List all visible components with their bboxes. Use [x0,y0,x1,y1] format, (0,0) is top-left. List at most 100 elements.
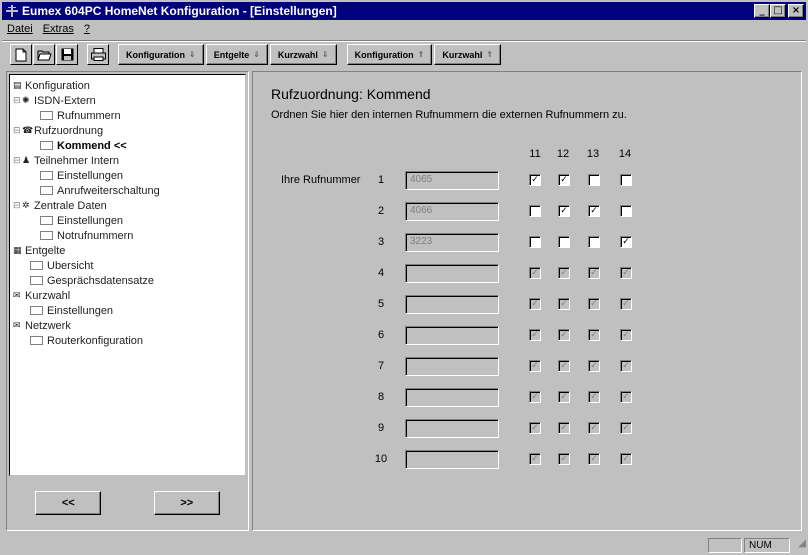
toolbar-konfiguration-down-button[interactable]: Konfiguration ⇓ [118,44,204,65]
row-index: 3 [377,236,385,248]
menu-datei[interactable]: Datei [2,23,38,35]
tree-item-einstellungen[interactable]: Einstellungen [40,213,123,228]
new-doc-icon[interactable] [10,44,32,65]
assignment-checkbox[interactable]: ✓ [558,174,570,186]
check-mark-icon: ✓ [590,329,598,339]
tree-item-isdn-extern[interactable]: ⊟ ✺ ISDN-Extern [13,93,96,108]
check-mark-icon: ✓ [560,453,568,463]
isdn-icon: ✺ [22,95,30,105]
assignment-checkbox[interactable] [588,174,600,186]
tree-item-einstellungen[interactable]: Einstellungen [40,168,123,183]
assignment-checkbox[interactable] [529,236,541,248]
assignment-checkbox: ✓ [529,267,541,279]
assignment-checkbox: ✓ [620,453,632,465]
assignment-checkbox[interactable]: ✓ [620,236,632,248]
extension-number-field[interactable] [405,264,499,283]
assignment-checkbox[interactable]: ✓ [558,205,570,217]
tree-item-kommend[interactable]: Kommend << [40,138,127,153]
check-mark-icon: ✓ [560,329,568,339]
tree-item-rufnummern[interactable]: Rufnummern [40,108,121,123]
menu-help[interactable]: ? [79,23,95,35]
check-mark-icon: ✓ [531,453,539,463]
tree-item-label: Einstellungen [47,304,114,317]
tree-item-ubersicht[interactable]: Ubersicht [30,258,93,273]
assignment-checkbox[interactable] [620,174,632,186]
assignment-checkbox[interactable] [529,205,541,217]
tree-item-konfiguration[interactable]: ▤ Konfiguration [13,78,90,93]
toolbar-kurzwahl-up-button[interactable]: Kurzwahl ⇑ [434,44,502,65]
tree-item-einstellungen[interactable]: Einstellungen [30,303,113,318]
tree-item-label: Kommend << [57,139,127,152]
extension-number-field[interactable] [405,450,499,469]
extension-number-field[interactable]: 3223 [405,233,499,252]
assignment-checkbox: ✓ [558,267,570,279]
check-mark-icon: ✓ [531,267,539,277]
toolbar-kurzwahl-down-button[interactable]: Kurzwahl ⇓ [269,44,337,65]
extension-number-field[interactable] [405,419,499,438]
leaf-icon [40,111,53,120]
next-button[interactable]: >> [153,491,220,515]
check-mark-icon: ✓ [531,329,539,339]
minimize-button[interactable]: _ [754,4,770,18]
assignment-checkbox[interactable] [588,236,600,248]
tree-item-zentrale-daten[interactable]: ⊟ ✲ Zentrale Daten [13,198,107,213]
resize-grip-icon[interactable]: ◢ [790,538,806,553]
menu-datei-label: Datei [7,23,33,35]
extension-number-field[interactable] [405,326,499,345]
tree-item-anrufweiterschaltung[interactable]: Anrufweiterschaltung [40,183,160,198]
menu-help-label: ? [83,23,90,35]
assignment-checkbox[interactable] [620,205,632,217]
tree-item-rufzuordnung[interactable]: ⊟ ☎ Rufzuordnung [13,123,103,138]
tree-item-entgelte[interactable]: ▦ Entgelte [13,243,65,258]
assignment-checkbox: ✓ [588,329,600,341]
tree-item-routerkonfiguration[interactable]: Routerkonfiguration [30,333,143,348]
assignment-checkbox: ✓ [558,298,570,310]
assignment-checkbox: ✓ [588,360,600,372]
tree-item-netzwerk[interactable]: ✉ Netzwerk [13,318,71,333]
printer-icon[interactable] [87,44,109,65]
extension-number-field[interactable]: 4065 [405,171,499,190]
toolbar-entgelte-down-button[interactable]: Entgelte ⇓ [205,44,268,65]
extension-number-field[interactable] [405,357,499,376]
expander-icon[interactable]: ⊟ [13,155,21,166]
tree-item-kurzwahl[interactable]: ✉ Kurzwahl [13,288,70,303]
menu-bar: Datei Extras ? [2,20,806,38]
close-button[interactable]: × [788,4,804,18]
column-header: 12 [556,148,570,160]
check-mark-icon: ✓ [590,298,598,308]
tree-item-label: Ubersicht [47,259,94,272]
assignment-checkbox[interactable]: ✓ [588,205,600,217]
open-folder-icon[interactable] [33,44,55,65]
tree-item-teilnehmer-intern[interactable]: ⊟ ♟ Teilnehmer Intern [13,153,119,168]
assignment-checkbox: ✓ [529,422,541,434]
expander-icon[interactable]: ⊟ [13,125,21,136]
extension-number-field[interactable] [405,295,499,314]
title-bar[interactable]: Eumex 604PC HomeNet Konfiguration - [Ein… [2,2,806,20]
extension-number-field[interactable]: 4066 [405,202,499,221]
check-mark-icon: ✓ [622,329,630,339]
assignment-checkbox[interactable] [558,236,570,248]
menu-extras[interactable]: Extras [38,23,79,35]
arrow-up-icon: ⇑ [417,50,425,59]
assignment-checkbox[interactable]: ✓ [529,174,541,186]
save-disk-icon[interactable] [56,44,78,65]
row-index: 5 [377,298,385,310]
tree-item-label: Einstellungen [57,214,124,227]
tree-item-gespraechsdatensatze[interactable]: Gesprächsdatensatze [30,273,154,288]
navigation-pane: ▤ Konfiguration ⊟ ✺ ISDN-Extern Rufnumme… [6,71,249,531]
previous-button[interactable]: << [35,491,102,515]
tree-navigation: << >> [9,478,246,528]
maximize-button[interactable]: □ [770,4,786,18]
assignment-checkbox: ✓ [620,391,632,403]
tree-item-notrufnummern[interactable]: Notrufnummern [40,228,133,243]
toolbar-konfiguration-up-button[interactable]: Konfiguration ⇑ [346,44,433,65]
tree-item-label: ISDN-Extern [34,94,96,107]
expander-icon[interactable]: ⊟ [13,95,21,106]
expander-icon[interactable]: ⊟ [13,200,21,211]
speed-dial-icon: ✉ [13,290,21,300]
assignment-checkbox: ✓ [620,267,632,279]
check-mark-icon: ✓ [531,298,539,308]
config-tree[interactable]: ▤ Konfiguration ⊟ ✺ ISDN-Extern Rufnumme… [9,74,246,476]
extension-number-field[interactable] [405,388,499,407]
assignment-checkbox: ✓ [558,391,570,403]
